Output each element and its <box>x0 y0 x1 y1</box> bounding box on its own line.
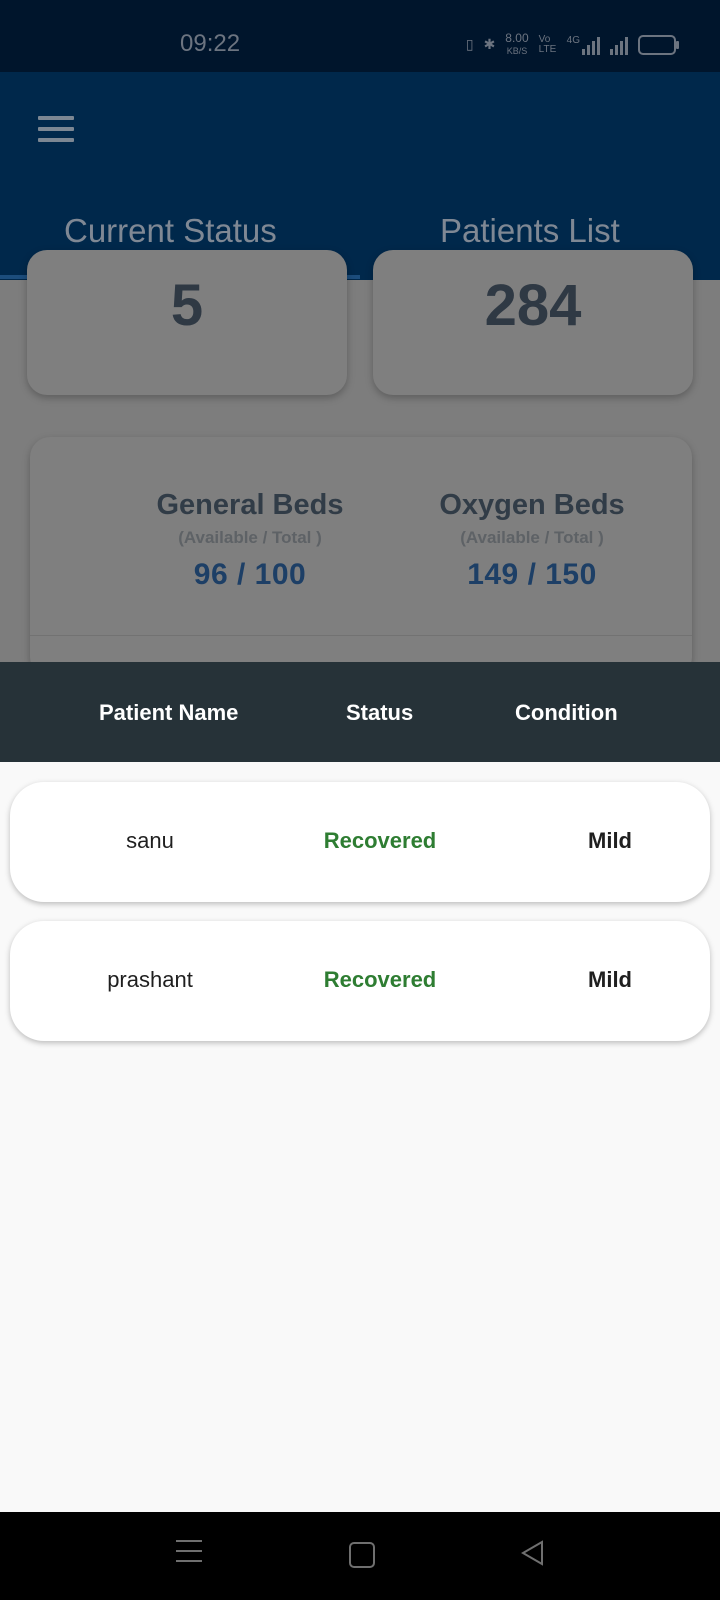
beds-divider <box>30 635 692 636</box>
oxygen-beds-subtitle: (Available / Total ) <box>460 528 604 547</box>
status-icons: ▯ ✱ 8.00 KB/S Vo LTE 4G <box>465 32 679 57</box>
app-bar: Current Status Patients List <box>0 72 720 280</box>
hamburger-icon[interactable] <box>38 116 74 142</box>
navigation-bar <box>0 1512 720 1600</box>
summary-left-value: 5 <box>170 273 204 338</box>
patient-name: prashant <box>107 967 193 992</box>
status-time: 09:22 <box>180 30 241 57</box>
signal-icon-2 <box>610 35 628 55</box>
general-beds-title: General Beds <box>156 489 344 521</box>
header-patient-name: Patient Name <box>99 700 239 725</box>
home-icon[interactable] <box>349 1542 375 1568</box>
general-beds: General Beds (Available / Total ) 96 / 1… <box>120 489 380 592</box>
oxygen-beds-value: 149 / 150 <box>467 558 597 591</box>
patients-sheet: Patient Name Status Condition sanu Recov… <box>0 662 720 1512</box>
header-status: Status <box>346 700 414 725</box>
battery-icon <box>638 34 679 55</box>
patient-condition: Mild <box>588 828 632 853</box>
menu-icon[interactable] <box>176 1540 202 1570</box>
general-beds-subtitle: (Available / Total ) <box>178 528 322 547</box>
summary-right-value: 284 <box>484 273 582 338</box>
network-speed-unit: KB/S <box>506 46 528 56</box>
table-row[interactable]: sanu Recovered Mild <box>10 782 710 902</box>
summary-card-left: 5 <box>27 250 347 395</box>
bluetooth-icon: ✱ <box>483 36 496 52</box>
oxygen-beds-title: Oxygen Beds <box>439 489 625 521</box>
oxygen-beds: Oxygen Beds (Available / Total ) 149 / 1… <box>402 489 662 592</box>
vibrate-icon: ▯ <box>465 36 474 52</box>
network-speed-value: 8.00 <box>505 31 529 45</box>
patient-status: Recovered <box>323 967 437 992</box>
patient-condition: Mild <box>588 967 632 992</box>
patient-name: sanu <box>126 828 174 853</box>
network-type: 4G <box>566 34 580 46</box>
tab-current-status[interactable]: Current Status <box>64 212 277 250</box>
tab-patients-list[interactable]: Patients List <box>440 212 620 250</box>
table-header: Patient Name Status Condition <box>0 662 720 762</box>
status-bar: 09:22 ▯ ✱ 8.00 KB/S Vo LTE 4G <box>0 0 720 72</box>
patient-status: Recovered <box>323 828 437 853</box>
summary-card-right: 284 <box>373 250 693 395</box>
table-row[interactable]: prashant Recovered Mild <box>10 921 710 1041</box>
beds-card: General Beds (Available / Total ) 96 / 1… <box>30 437 692 677</box>
header-condition: Condition <box>515 700 618 725</box>
signal-icon-1: 4G <box>567 35 600 55</box>
volte-label: Vo LTE <box>538 33 557 55</box>
network-speed: 8.00 KB/S <box>505 32 528 57</box>
general-beds-value: 96 / 100 <box>193 558 307 591</box>
